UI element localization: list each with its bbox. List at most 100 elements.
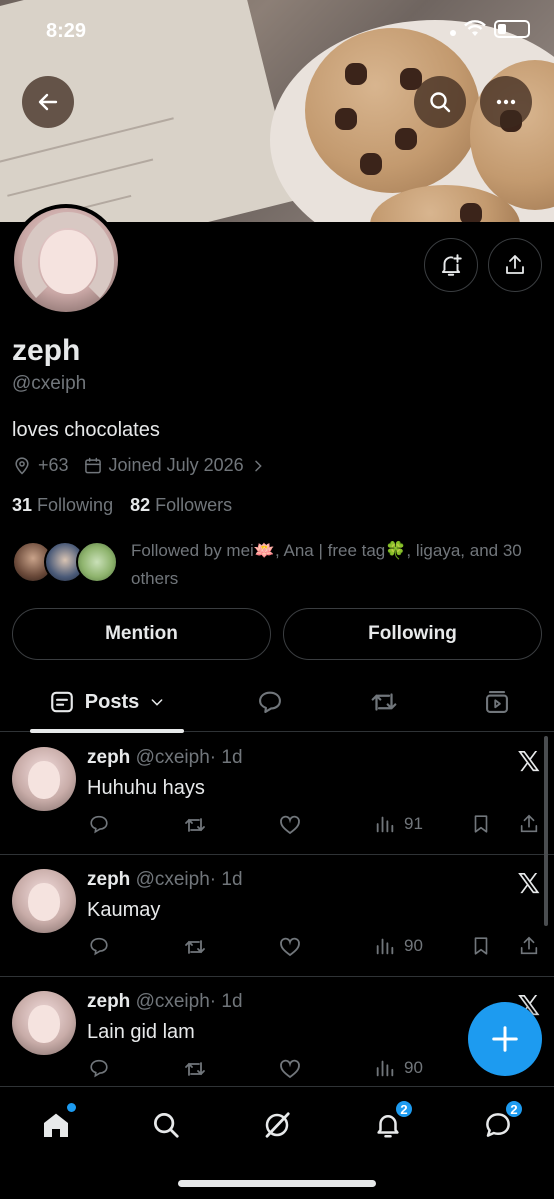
views-count: 90 bbox=[404, 936, 423, 955]
home-unread-dot bbox=[67, 1103, 76, 1112]
calendar-icon bbox=[84, 457, 101, 473]
arrow-left-icon bbox=[38, 93, 58, 111]
nav-grok[interactable] bbox=[257, 1105, 297, 1145]
follower-avatar bbox=[76, 541, 118, 583]
views-count: 90 bbox=[404, 1058, 423, 1077]
followers-count-link[interactable]: 82 Followers bbox=[130, 495, 232, 515]
share-button[interactable] bbox=[518, 813, 540, 835]
post-author-name: zeph bbox=[87, 991, 131, 1012]
repost-button[interactable] bbox=[183, 1057, 207, 1081]
post-time: · 1d bbox=[209, 747, 243, 768]
more-horizontal-icon bbox=[496, 99, 516, 105]
tab-posts[interactable]: Posts bbox=[30, 672, 184, 733]
post-header: zeph @cxeiph· 1d bbox=[87, 747, 243, 769]
wifi-icon bbox=[464, 20, 486, 36]
repost-icon bbox=[371, 693, 397, 711]
post-text: Huhuhu hays bbox=[87, 777, 205, 799]
tab-media[interactable] bbox=[467, 672, 527, 732]
post-header: zeph @cxeiph· 1d bbox=[87, 869, 243, 891]
reply-icon bbox=[90, 937, 108, 956]
views-button[interactable]: 90 bbox=[374, 1057, 423, 1079]
views-button[interactable]: 91 bbox=[374, 813, 423, 835]
reply-icon bbox=[90, 815, 108, 834]
followed-by-row[interactable]: Followed by mei🪷, Ana | free tag🍀, ligay… bbox=[12, 537, 542, 591]
reply-icon bbox=[90, 1059, 108, 1078]
reply-button[interactable] bbox=[88, 935, 110, 957]
like-button[interactable] bbox=[278, 813, 302, 837]
tab-reposts[interactable] bbox=[354, 672, 414, 732]
search-icon bbox=[430, 92, 451, 113]
views-count: 91 bbox=[404, 814, 423, 833]
joined-text: Joined July 2026 bbox=[108, 455, 244, 475]
home-indicator[interactable] bbox=[178, 1180, 376, 1187]
nav-messages[interactable]: 2 bbox=[478, 1099, 524, 1145]
post-header: zeph @cxeiph· 1d bbox=[87, 991, 243, 1013]
posts-icon bbox=[50, 691, 73, 713]
status-icons bbox=[450, 20, 530, 38]
reply-button[interactable] bbox=[88, 1057, 110, 1079]
post-author-handle: @cxeiph bbox=[135, 991, 210, 1012]
following-button[interactable]: Following bbox=[283, 608, 542, 660]
share-button[interactable] bbox=[518, 935, 540, 957]
post-avatar[interactable] bbox=[12, 991, 76, 1055]
nav-search[interactable] bbox=[146, 1105, 186, 1145]
bookmark-button[interactable] bbox=[470, 813, 492, 835]
profile-tabs: Posts bbox=[0, 672, 554, 733]
compose-post-button[interactable] bbox=[468, 1002, 542, 1076]
profile-bio: loves chocolates bbox=[12, 419, 160, 441]
scrollbar[interactable] bbox=[544, 736, 548, 926]
following-count-link[interactable]: 31 Following bbox=[12, 495, 113, 515]
post-author-handle: @cxeiph bbox=[135, 747, 210, 768]
reply-icon bbox=[259, 691, 281, 713]
share-icon bbox=[520, 814, 538, 833]
nav-notifications[interactable]: 2 bbox=[368, 1099, 414, 1145]
post-text: Kaumay bbox=[87, 899, 161, 921]
location: +63 bbox=[12, 455, 69, 476]
post-author-handle: @cxeiph bbox=[135, 869, 210, 890]
views-button[interactable]: 90 bbox=[374, 935, 423, 957]
search-button[interactable] bbox=[414, 76, 466, 128]
repost-button[interactable] bbox=[183, 935, 207, 959]
views-bar-chart-icon bbox=[376, 816, 394, 833]
nav-home[interactable] bbox=[36, 1103, 76, 1145]
share-profile-button[interactable] bbox=[488, 238, 542, 292]
more-button[interactable] bbox=[480, 76, 532, 128]
heart-icon bbox=[280, 1059, 300, 1079]
like-button[interactable] bbox=[278, 935, 302, 959]
post-item[interactable]: zeph @cxeiph· 1d Huhuhu hays 𝕏 91 bbox=[0, 733, 554, 855]
post-avatar[interactable] bbox=[12, 869, 76, 933]
profile-name: zeph bbox=[12, 334, 81, 367]
home-icon bbox=[44, 1113, 68, 1137]
profile-avatar[interactable] bbox=[10, 204, 122, 316]
share-icon bbox=[520, 936, 538, 955]
media-icon bbox=[486, 691, 508, 713]
bookmark-button[interactable] bbox=[470, 935, 492, 957]
post-author-name: zeph bbox=[87, 869, 131, 890]
notify-button[interactable] bbox=[424, 238, 478, 292]
profile-meta: +63 Joined July 2026 bbox=[12, 455, 266, 476]
bookmark-icon bbox=[474, 937, 488, 955]
x-logo-icon: 𝕏 bbox=[517, 745, 540, 778]
post-avatar[interactable] bbox=[12, 747, 76, 811]
like-button[interactable] bbox=[278, 1057, 302, 1081]
post-item[interactable]: zeph @cxeiph· 1d Kaumay 𝕏 90 bbox=[0, 855, 554, 977]
battery-icon bbox=[494, 20, 530, 38]
post-time: · 1d bbox=[209, 869, 243, 890]
bookmark-icon bbox=[474, 815, 488, 833]
post-text: Lain gid lam bbox=[87, 1021, 195, 1043]
heart-icon bbox=[280, 815, 300, 835]
profile-handle: @cxeiph bbox=[12, 373, 87, 394]
tab-replies[interactable] bbox=[240, 672, 300, 732]
messages-badge: 2 bbox=[504, 1099, 524, 1119]
plus-icon bbox=[492, 1026, 518, 1052]
joined-date[interactable]: Joined July 2026 bbox=[83, 455, 266, 476]
tab-posts-label: Posts bbox=[84, 690, 140, 713]
x-logo-icon: 𝕏 bbox=[517, 867, 540, 900]
back-button[interactable] bbox=[22, 76, 74, 128]
mention-button[interactable]: Mention bbox=[12, 608, 271, 660]
post-time: · 1d bbox=[209, 991, 243, 1012]
chevron-right-icon bbox=[254, 460, 262, 471]
reply-button[interactable] bbox=[88, 813, 110, 835]
heart-icon bbox=[280, 937, 300, 957]
repost-button[interactable] bbox=[183, 813, 207, 837]
